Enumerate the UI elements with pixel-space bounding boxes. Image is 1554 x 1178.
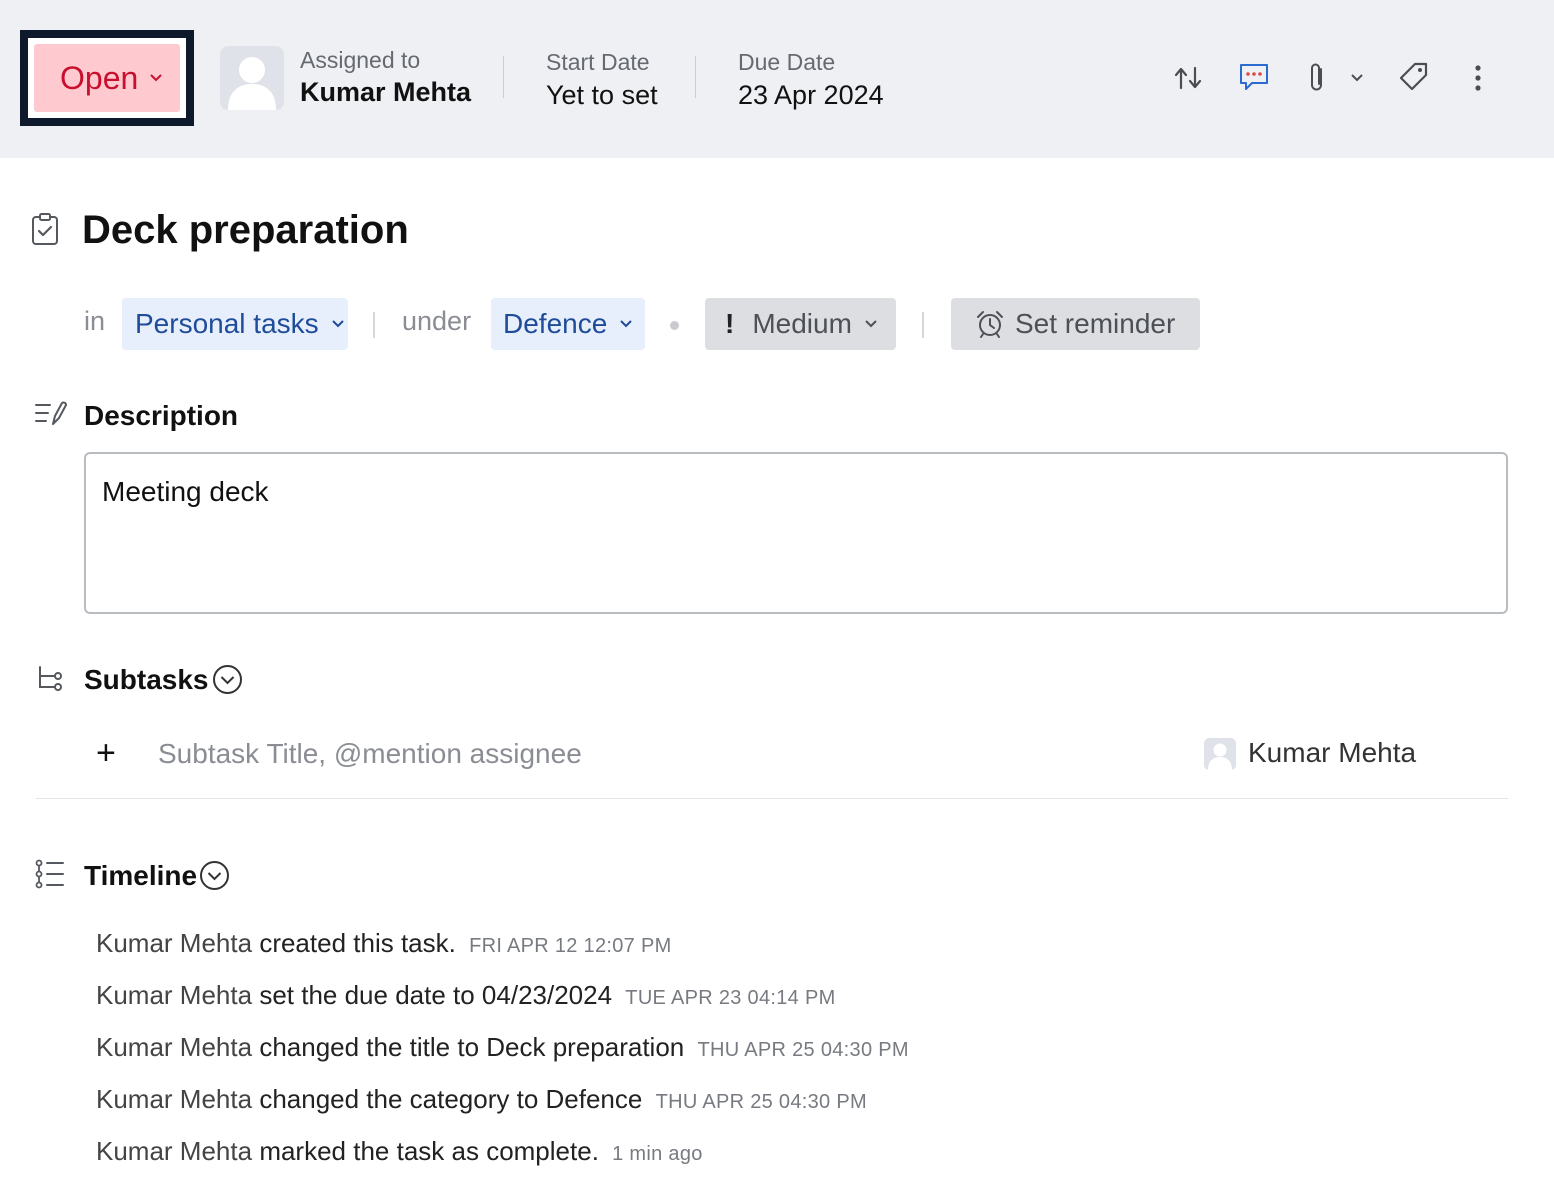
alarm-clock-icon <box>977 311 1003 338</box>
add-subtask-button[interactable]: + <box>96 734 116 773</box>
chevron-down-icon <box>620 320 633 328</box>
start-date-value[interactable]: Yet to set <box>546 80 658 111</box>
status-dropdown[interactable]: Open <box>34 44 180 112</box>
timeline-actor[interactable]: Kumar Mehta <box>96 928 252 958</box>
priority-dropdown[interactable]: ! Medium <box>705 298 896 350</box>
timeline-actor[interactable]: Kumar Mehta <box>96 1136 252 1166</box>
description-edit-icon <box>35 401 67 425</box>
tag-icon[interactable] <box>1394 58 1432 96</box>
priority-label: Medium <box>752 308 852 339</box>
timeline-actor[interactable]: Kumar Mehta <box>96 1084 252 1114</box>
divider <box>373 312 375 338</box>
attachment-icon[interactable] <box>1302 58 1332 98</box>
category-label: Defence <box>503 308 608 339</box>
section-divider <box>36 798 1508 799</box>
timeline-action: marked the task as complete. <box>259 1136 599 1166</box>
user-placeholder-icon <box>1208 743 1232 770</box>
timeline-entry: Kumar Mehta set the due date to 04/23/20… <box>96 980 836 1011</box>
transfer-icon[interactable] <box>1170 60 1206 96</box>
timeline-list-icon <box>35 859 64 889</box>
subtask-title-input[interactable] <box>158 732 1158 776</box>
timeline-timestamp: THU APR 25 04:30 PM <box>697 1039 909 1061</box>
timeline-entry: Kumar Mehta changed the title to Deck pr… <box>96 1032 909 1063</box>
category-dropdown[interactable]: Defence <box>491 298 645 350</box>
timeline-entry: Kumar Mehta changed the category to Defe… <box>96 1084 867 1115</box>
divider <box>922 312 924 338</box>
timeline-entry: Kumar Mehta created this task. FRI APR 1… <box>96 928 672 959</box>
set-reminder-label: Set reminder <box>1015 308 1176 339</box>
user-placeholder-icon <box>228 57 276 110</box>
comment-icon[interactable] <box>1235 58 1273 96</box>
timeline-action: set the due date to 04/23/2024 <box>259 980 613 1010</box>
subtask-assignee-avatar[interactable] <box>1204 738 1236 770</box>
timeline-actor[interactable]: Kumar Mehta <box>96 980 252 1010</box>
timeline-timestamp: THU APR 25 04:30 PM <box>655 1091 867 1113</box>
due-date-label: Due Date <box>738 49 836 75</box>
timeline-collapse-icon[interactable] <box>199 860 230 891</box>
under-label: under <box>402 306 472 336</box>
description-field[interactable]: Meeting deck <box>84 452 1508 614</box>
timeline-heading: Timeline <box>84 860 198 891</box>
divider <box>695 56 696 98</box>
set-reminder-button[interactable]: Set reminder <box>951 298 1200 350</box>
subtasks-icon <box>39 666 62 691</box>
subtask-assignee-name[interactable]: Kumar Mehta <box>1248 737 1416 769</box>
timeline-timestamp: TUE APR 23 04:14 PM <box>625 987 836 1009</box>
list-dropdown[interactable]: Personal tasks <box>122 298 348 350</box>
priority-icon: ! <box>725 308 735 339</box>
list-label: Personal tasks <box>135 308 319 339</box>
chevron-down-icon <box>150 74 162 82</box>
due-date-value[interactable]: 23 Apr 2024 <box>738 80 884 111</box>
chevron-down-icon <box>331 320 344 328</box>
status-label: Open <box>60 59 139 96</box>
subtasks-collapse-icon[interactable] <box>212 664 243 695</box>
divider <box>503 56 504 98</box>
chevron-down-icon <box>865 320 877 328</box>
chevron-down-icon[interactable] <box>1346 68 1368 88</box>
assignee-avatar[interactable] <box>220 46 284 110</box>
timeline-action: created this task. <box>259 928 456 958</box>
assigned-to-label: Assigned to <box>300 47 421 73</box>
timeline-action: changed the title to Deck preparation <box>259 1032 685 1062</box>
subtasks-heading: Subtasks <box>84 664 209 695</box>
assignee-name[interactable]: Kumar Mehta <box>300 77 471 108</box>
start-date-label: Start Date <box>546 49 650 75</box>
in-label: in <box>84 306 106 336</box>
timeline-action: changed the category to Defence <box>259 1084 643 1114</box>
status-focus-frame: Open <box>20 30 194 126</box>
task-title[interactable]: Deck preparation <box>82 208 409 253</box>
description-heading: Description <box>84 400 239 431</box>
timeline-timestamp: FRI APR 12 12:07 PM <box>469 935 672 957</box>
more-icon[interactable] <box>1464 58 1492 98</box>
timeline-actor[interactable]: Kumar Mehta <box>96 1032 252 1062</box>
separator-dot <box>670 321 679 330</box>
timeline-entry: Kumar Mehta marked the task as complete.… <box>96 1136 703 1167</box>
task-clipboard-icon <box>32 213 58 245</box>
task-header: Open Assigned to Kumar Mehta Start Date … <box>0 0 1554 158</box>
timeline-timestamp: 1 min ago <box>612 1143 703 1165</box>
